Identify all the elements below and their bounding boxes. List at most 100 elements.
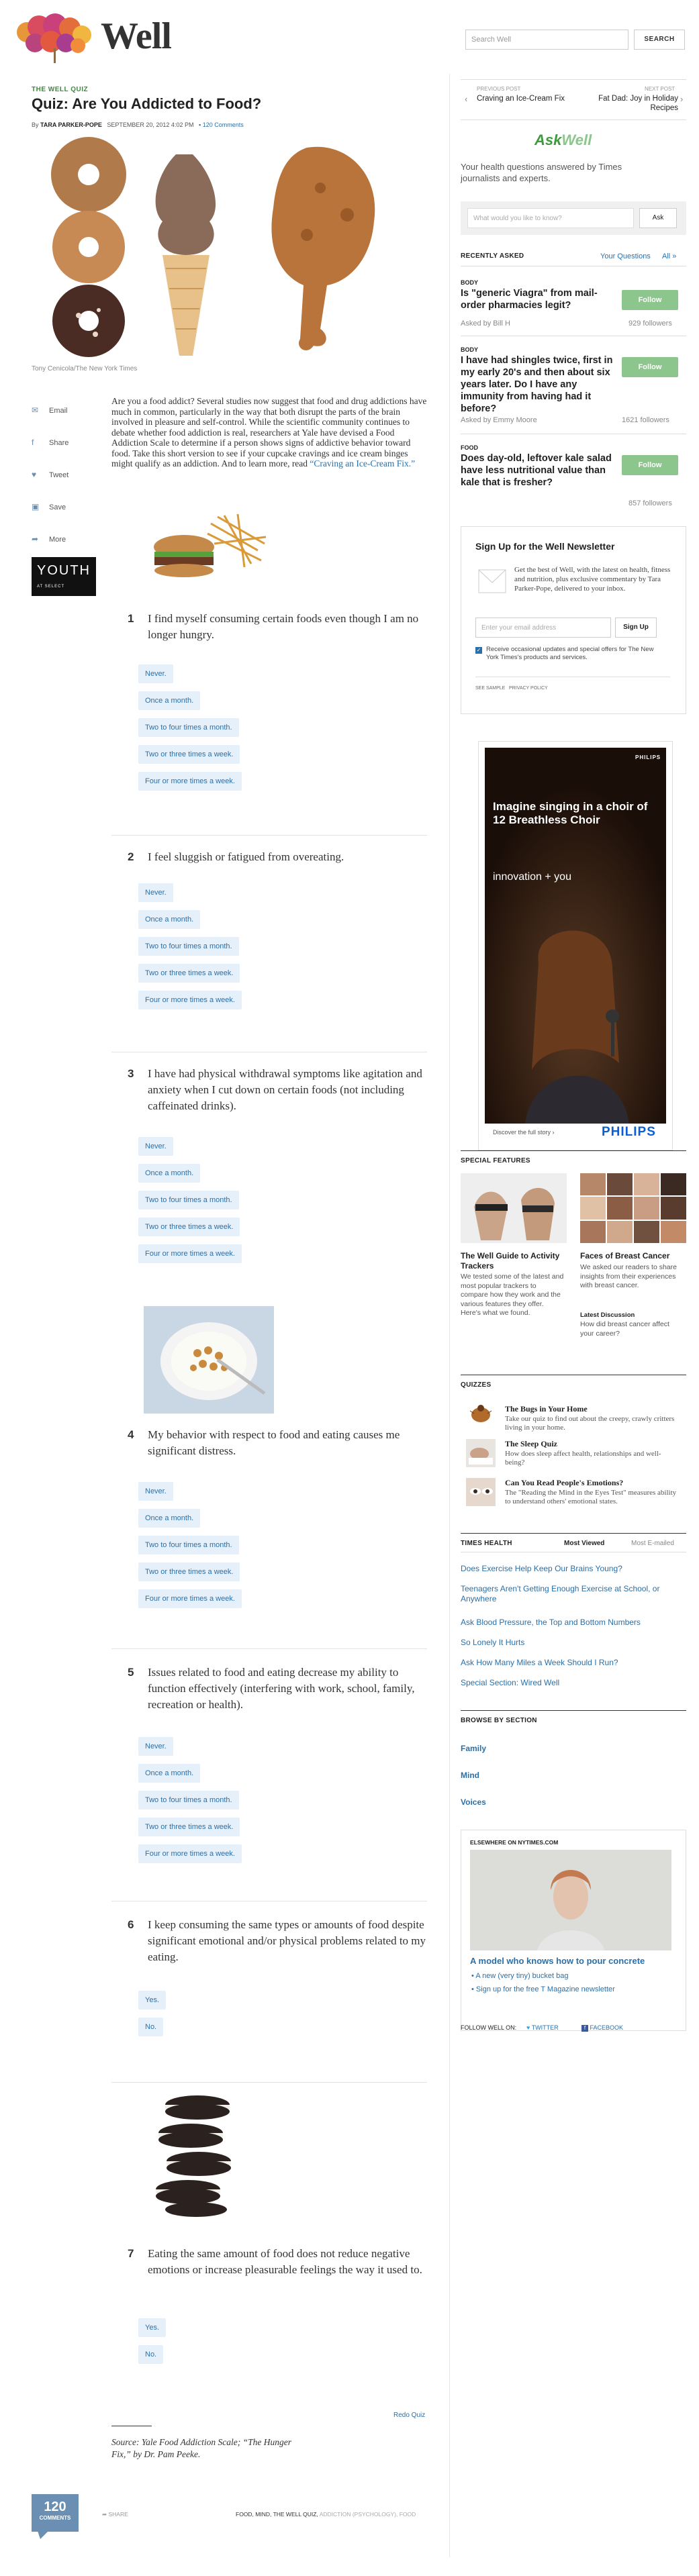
health-link[interactable]: So Lonely It Hurts [461, 1638, 675, 1647]
answer-option[interactable]: Two to four times a month. [138, 937, 239, 956]
newsletter-checkbox[interactable]: ✓ [475, 647, 482, 654]
redo-quiz-link[interactable]: Redo Quiz [393, 2412, 425, 2419]
newsletter-email-input[interactable]: Enter your email address [475, 617, 611, 638]
answer-option[interactable]: Never. [138, 1737, 173, 1756]
latest-discussion-text[interactable]: How did breast cancer affect your career… [580, 1320, 681, 1338]
answer-option[interactable]: Never. [138, 1137, 173, 1156]
askwell-question[interactable]: Does day-old, leftover kale salad have l… [461, 452, 615, 489]
comments-badge[interactable]: 120 COMMENTS [32, 2494, 79, 2532]
share-facebook[interactable]: f Share [32, 438, 68, 447]
all-questions-link[interactable]: All » [662, 252, 676, 260]
answer-option[interactable]: Once a month. [138, 1509, 201, 1528]
ask-button[interactable]: Ask [639, 208, 677, 228]
answer-option[interactable]: Two or three times a week. [138, 745, 240, 764]
tags-primary[interactable]: FOOD, MIND, THE WELL QUIZ, [236, 2511, 318, 2518]
article-kicker[interactable]: THE WELL QUIZ [32, 86, 88, 93]
philips-discover-link[interactable]: Discover the full story › [493, 1129, 555, 1136]
health-link[interactable]: Ask Blood Pressure, the Top and Bottom N… [461, 1618, 675, 1627]
answer-option[interactable]: Four or more times a week. [138, 991, 242, 1009]
answer-option[interactable]: Once a month. [138, 691, 201, 710]
feature-title[interactable]: The Well Guide to Activity Trackers [461, 1251, 561, 1271]
answer-option[interactable]: Four or more times a week. [138, 1844, 242, 1863]
see-sample-link[interactable]: SEE SAMPLE [475, 686, 505, 691]
answer-option[interactable]: Two to four times a month. [138, 1791, 239, 1810]
follow-twitter-link[interactable]: ♥ TWITTER [526, 2024, 559, 2031]
answer-option[interactable]: Never. [138, 883, 173, 902]
bug-quiz-image[interactable] [466, 1403, 496, 1426]
search-button[interactable]: SEARCH [634, 30, 685, 50]
answer-option[interactable]: Four or more times a week. [138, 1244, 242, 1263]
prev-post-link[interactable]: Craving an Ice-Cream Fix [477, 94, 571, 103]
tags-secondary[interactable]: ADDICTION (PSYCHOLOGY), FOOD [320, 2511, 416, 2518]
health-link[interactable]: Ask How Many Miles a Week Should I Run? [461, 1658, 675, 1667]
feature-title[interactable]: Faces of Breast Cancer [580, 1251, 685, 1261]
answer-option[interactable]: Once a month. [138, 1164, 201, 1183]
health-link[interactable]: Special Section: Wired Well [461, 1678, 675, 1687]
youth-ad[interactable]: YOUTH AT SELECT THEATERS [32, 557, 96, 602]
next-post-link[interactable]: Fat Dad: Joy in Holiday Recipes [577, 94, 678, 113]
answer-option[interactable]: Two to four times a month. [138, 1536, 239, 1554]
answer-option[interactable]: Never. [138, 664, 173, 683]
share-email[interactable]: ✉ Email [32, 405, 68, 415]
share-footer[interactable]: ➦ SHARE [102, 2511, 128, 2518]
answer-option[interactable]: Two or three times a week. [138, 1563, 240, 1581]
askwell-question[interactable]: I have had shingles twice, first in my e… [461, 354, 615, 415]
comments-link[interactable]: 120 Comments [203, 121, 244, 128]
author-name[interactable]: TARA PARKER-POPE [40, 121, 102, 128]
elsewhere-bullet[interactable]: • A new (very tiny) bucket bag [471, 1972, 569, 1980]
activity-trackers-image[interactable] [461, 1173, 567, 1243]
hero-food-image [51, 137, 375, 357]
next-arrow-icon[interactable]: › [680, 94, 683, 104]
quiz-title[interactable]: The Bugs in Your Home [505, 1404, 588, 1414]
health-link[interactable]: Does Exercise Help Keep Our Brains Young… [461, 1564, 675, 1573]
follow-facebook-link[interactable]: f FACEBOOK [581, 2024, 623, 2032]
privacy-policy-link[interactable]: PRIVACY POLICY [509, 686, 548, 691]
answer-option[interactable]: No. [138, 2345, 164, 2364]
follow-button[interactable]: Follow [622, 455, 678, 475]
askwell-logo[interactable]: AskWell [534, 132, 592, 149]
askwell-asker: Asked by Emmy Moore [461, 416, 537, 424]
answer-option[interactable]: Yes. [138, 1991, 167, 2010]
search-input[interactable]: Search Well [465, 30, 628, 50]
newsletter-signup-button[interactable]: Sign Up [615, 617, 657, 638]
answer-option[interactable]: Once a month. [138, 1764, 201, 1783]
breast-cancer-faces-image[interactable] [580, 1173, 686, 1243]
follow-button[interactable]: Follow [622, 357, 678, 377]
quiz-title[interactable]: Can You Read People's Emotions? [505, 1478, 623, 1488]
share-twitter[interactable]: ♥ Tweet [32, 470, 68, 479]
comment-icon[interactable]: ▪ [199, 121, 201, 128]
answer-option[interactable]: Four or more times a week. [138, 1589, 242, 1608]
answer-option[interactable]: Never. [138, 1482, 173, 1501]
intro-link[interactable]: “Craving an Ice-Cream Fix.” [310, 458, 415, 468]
section-link-family[interactable]: Family [461, 1744, 486, 1753]
prev-arrow-icon[interactable]: ‹ [465, 94, 467, 104]
emotions-quiz-image[interactable] [466, 1478, 496, 1506]
answer-option[interactable]: Four or more times a week. [138, 772, 242, 791]
answer-option[interactable]: Two or three times a week. [138, 1818, 240, 1836]
model-portrait-image[interactable] [470, 1850, 671, 1950]
tab-most-emailed[interactable]: Most E-mailed [631, 1540, 674, 1547]
elsewhere-headline[interactable]: A model who knows how to pour concrete [470, 1956, 645, 1966]
answer-option[interactable]: Once a month. [138, 910, 201, 929]
answer-option[interactable]: No. [138, 2018, 164, 2036]
your-questions-link[interactable]: Your Questions [600, 252, 651, 260]
share-more[interactable]: ➦ More [32, 534, 66, 544]
answer-option[interactable]: Two or three times a week. [138, 964, 240, 983]
section-link-voices[interactable]: Voices [461, 1797, 486, 1807]
health-link[interactable]: Teenagers Aren't Getting Enough Exercise… [461, 1584, 682, 1604]
answer-option[interactable]: Yes. [138, 2318, 167, 2337]
quiz-title[interactable]: The Sleep Quiz [505, 1439, 557, 1449]
share-save[interactable]: ▣ Save [32, 502, 66, 511]
sleep-quiz-image[interactable] [466, 1439, 496, 1467]
elsewhere-bullet[interactable]: • Sign up for the free T Magazine newsle… [471, 1985, 615, 1993]
section-link-mind[interactable]: Mind [461, 1771, 479, 1780]
askwell-input[interactable]: What would you like to know? [467, 208, 634, 228]
tab-most-viewed[interactable]: Most Viewed [564, 1540, 604, 1547]
well-logo-icon[interactable] [12, 12, 99, 64]
answer-option[interactable]: Two to four times a month. [138, 718, 239, 737]
askwell-question[interactable]: Is "generic Viagra" from mail-order phar… [461, 287, 615, 311]
site-title[interactable]: Well [101, 15, 172, 58]
answer-option[interactable]: Two or three times a week. [138, 1218, 240, 1236]
answer-option[interactable]: Two to four times a month. [138, 1191, 239, 1209]
follow-button[interactable]: Follow [622, 290, 678, 310]
